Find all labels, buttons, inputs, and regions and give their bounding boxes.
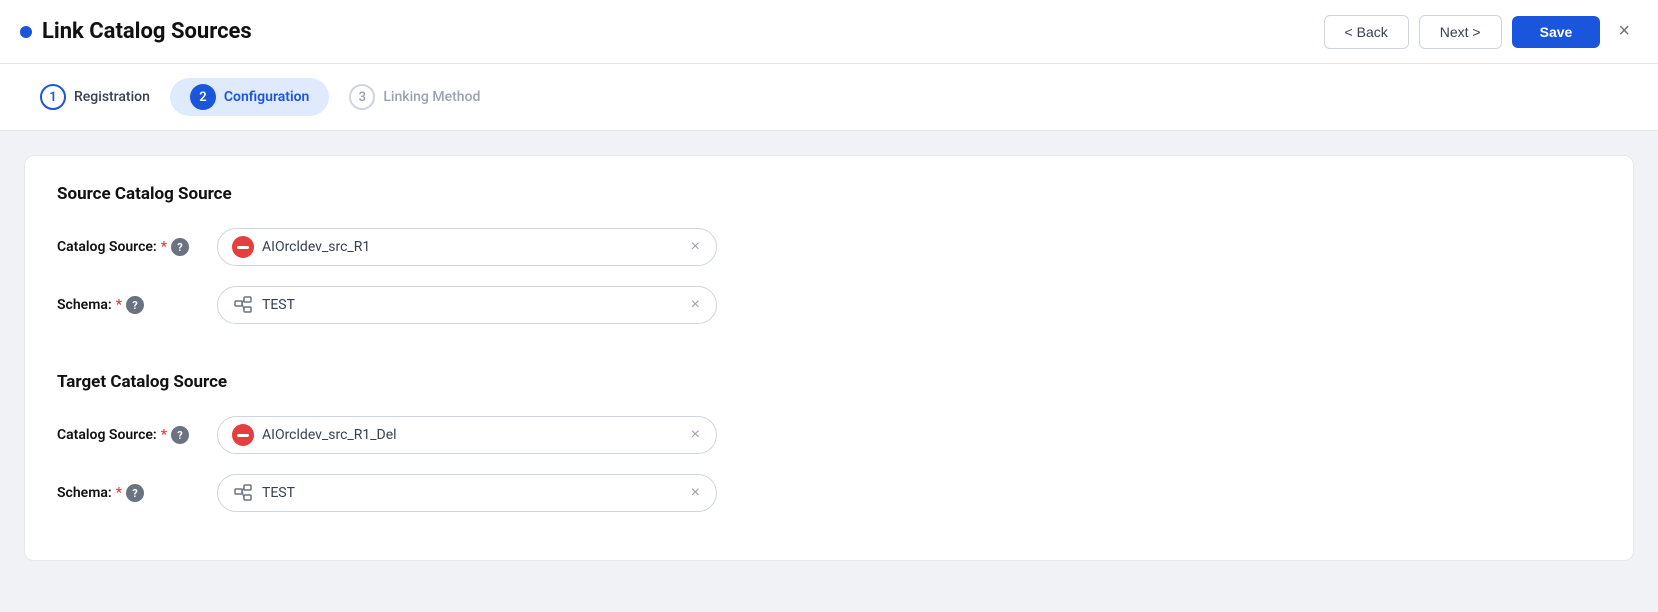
source-catalog-row: Catalog Source: * ? AIOrcldev_src_R1 ×: [57, 228, 1601, 266]
target-catalog-clear-button[interactable]: ×: [689, 426, 702, 444]
target-schema-row: Schema: * ? TEST ×: [57, 474, 1601, 512]
target-schema-value: TEST: [262, 485, 681, 501]
step-circle-3: 3: [349, 84, 375, 110]
source-schema-clear-button[interactable]: ×: [689, 296, 702, 314]
source-catalog-help-icon[interactable]: ?: [171, 238, 189, 256]
source-schema-icon: [232, 294, 254, 316]
header-left: Link Catalog Sources: [20, 19, 252, 44]
source-catalog-value: AIOrcldev_src_R1: [262, 239, 681, 255]
step-registration[interactable]: 1 Registration: [20, 78, 170, 116]
source-catalog-input[interactable]: AIOrcldev_src_R1 ×: [217, 228, 717, 266]
source-catalog-label: Catalog Source: * ?: [57, 238, 217, 256]
oracle-red-icon-2: [232, 424, 254, 446]
source-catalog-clear-button[interactable]: ×: [689, 238, 702, 256]
step-circle-2: 2: [190, 84, 216, 110]
step-circle-1: 1: [40, 84, 66, 110]
target-section-title: Target Catalog Source: [57, 372, 1601, 392]
step-label-registration: Registration: [74, 89, 150, 105]
save-button[interactable]: Save: [1512, 16, 1601, 48]
source-catalog-required: *: [161, 239, 167, 255]
header-dot-icon: [20, 26, 32, 38]
main-content: Source Catalog Source Catalog Source: * …: [0, 131, 1658, 612]
oracle-red-icon: [232, 236, 254, 258]
target-schema-input[interactable]: TEST ×: [217, 474, 717, 512]
step-label-linking-method: Linking Method: [383, 89, 480, 105]
stepper: 1 Registration 2 Configuration 3 Linking…: [0, 64, 1658, 131]
target-catalog-help-icon[interactable]: ?: [171, 426, 189, 444]
form-card: Source Catalog Source Catalog Source: * …: [24, 155, 1634, 561]
back-button[interactable]: < Back: [1324, 15, 1409, 49]
source-section-title: Source Catalog Source: [57, 184, 1601, 204]
target-catalog-oracle-icon: [232, 424, 254, 446]
page-header: Link Catalog Sources < Back Next > Save …: [0, 0, 1658, 64]
step-label-configuration: Configuration: [224, 89, 309, 105]
step-configuration[interactable]: 2 Configuration: [170, 78, 329, 116]
target-schema-required: *: [116, 485, 122, 501]
source-schema-value: TEST: [262, 297, 681, 313]
source-schema-label: Schema: * ?: [57, 296, 217, 314]
close-button[interactable]: ×: [1610, 16, 1638, 47]
target-catalog-value: AIOrcldev_src_R1_Del: [262, 427, 681, 443]
target-schema-help-icon[interactable]: ?: [126, 484, 144, 502]
page-title: Link Catalog Sources: [42, 19, 252, 44]
source-schema-help-icon[interactable]: ?: [126, 296, 144, 314]
target-catalog-label: Catalog Source: * ?: [57, 426, 217, 444]
target-catalog-required: *: [161, 427, 167, 443]
target-schema-clear-button[interactable]: ×: [689, 484, 702, 502]
source-schema-input[interactable]: TEST ×: [217, 286, 717, 324]
source-catalog-oracle-icon: [232, 236, 254, 258]
step-linking-method: 3 Linking Method: [329, 78, 500, 116]
target-schema-label: Schema: * ?: [57, 484, 217, 502]
target-schema-icon: [232, 482, 254, 504]
section-divider: [57, 344, 1601, 372]
source-schema-required: *: [116, 297, 122, 313]
target-catalog-input[interactable]: AIOrcldev_src_R1_Del ×: [217, 416, 717, 454]
header-actions: < Back Next > Save ×: [1324, 15, 1638, 49]
source-schema-row: Schema: * ? TEST ×: [57, 286, 1601, 324]
target-catalog-row: Catalog Source: * ? AIOrcldev_src_R1_Del…: [57, 416, 1601, 454]
next-button[interactable]: Next >: [1419, 15, 1502, 49]
